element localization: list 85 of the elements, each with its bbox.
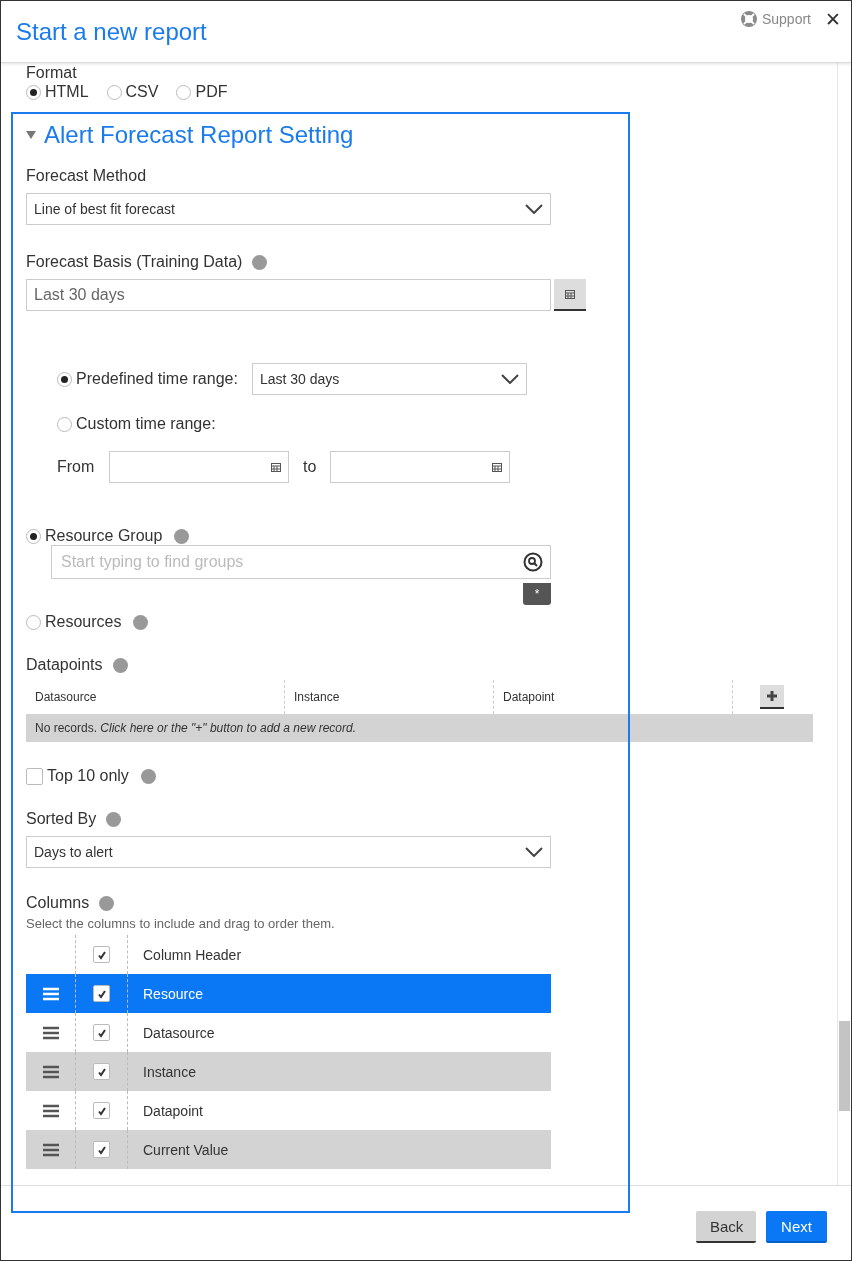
support-link[interactable]: Support xyxy=(740,9,811,29)
column-name: Column Header xyxy=(142,946,242,963)
radio-button[interactable] xyxy=(176,84,192,100)
radio-button[interactable] xyxy=(57,416,72,432)
checkmark-icon xyxy=(96,1144,107,1155)
field-label: Sorted By xyxy=(26,810,97,828)
radio-label: HTML xyxy=(45,83,89,101)
checkmark-icon xyxy=(96,949,107,960)
calendar-icon xyxy=(492,462,503,472)
add-button[interactable] xyxy=(760,685,784,709)
column-row[interactable]: Resource xyxy=(26,974,551,1013)
column-row[interactable]: Instance xyxy=(26,1052,551,1091)
checkmark-icon xyxy=(96,1066,107,1077)
radio-button[interactable] xyxy=(106,84,122,100)
field-label: Datapoints xyxy=(26,656,103,674)
column-name: Current Value xyxy=(142,1141,229,1158)
chevron-down-icon xyxy=(525,847,543,857)
radio-label: Custom time range: xyxy=(76,415,216,433)
help-icon[interactable] xyxy=(133,614,149,630)
column-checkbox[interactable] xyxy=(93,946,110,963)
chevron-down-icon xyxy=(525,204,543,214)
plus-icon xyxy=(766,690,778,702)
radio-label: Predefined time range: xyxy=(76,370,238,388)
scrollbar-thumb[interactable] xyxy=(839,1021,850,1111)
chevron-down-icon xyxy=(500,374,519,384)
to-label: to xyxy=(303,458,317,476)
radio-button[interactable] xyxy=(26,84,41,100)
drag-handle-icon[interactable] xyxy=(42,1025,59,1040)
column-checkbox[interactable] xyxy=(93,1024,110,1041)
forecast-method-select[interactable]: Line of best fit forecast xyxy=(26,193,551,225)
drag-handle-icon[interactable] xyxy=(42,1103,59,1118)
search-icon[interactable] xyxy=(523,552,543,572)
lifebuoy-icon xyxy=(740,11,757,27)
help-icon[interactable] xyxy=(252,254,268,270)
checkmark-icon xyxy=(96,1105,107,1116)
column-name: Datapoint xyxy=(142,1102,203,1119)
sort-select[interactable]: Days to alert xyxy=(26,836,551,868)
checkmark-icon xyxy=(96,1027,107,1038)
checkmark-icon xyxy=(96,988,107,999)
radio-button[interactable] xyxy=(57,371,72,387)
column-row[interactable]: Current Value xyxy=(26,1130,551,1169)
help-icon[interactable] xyxy=(106,811,122,827)
radio-label: CSV xyxy=(125,83,159,101)
from-label: From xyxy=(57,458,96,476)
checkbox[interactable] xyxy=(26,767,43,785)
field-label: Forecast Basis (Training Data) xyxy=(26,253,243,271)
group-search-field[interactable]: Start typing to find groups xyxy=(51,545,551,579)
from-date-field[interactable] xyxy=(109,451,289,483)
column-checkbox[interactable] xyxy=(93,1102,110,1119)
to-date-field[interactable] xyxy=(330,451,511,483)
back-button[interactable]: Back xyxy=(696,1211,756,1243)
drag-handle-icon[interactable] xyxy=(42,1142,59,1157)
calendar-icon xyxy=(271,462,281,472)
format-label: Format xyxy=(26,64,78,82)
date-range-field[interactable]: Last 30 days xyxy=(26,279,551,311)
column-name: Datasource xyxy=(142,1024,215,1041)
column-checkbox[interactable] xyxy=(93,1063,110,1080)
next-button[interactable]: Next xyxy=(766,1211,827,1243)
column-name: Resource xyxy=(142,985,203,1002)
window-title: Start a new report xyxy=(16,18,207,47)
radio-button[interactable] xyxy=(26,528,41,544)
column-checkbox[interactable] xyxy=(93,985,110,1002)
radio-button[interactable] xyxy=(26,614,41,630)
columns-hint: Select the columns to include and drag to order them. xyxy=(26,916,336,931)
field-label: Forecast Method xyxy=(26,166,148,186)
radio-label: Resources xyxy=(45,613,122,631)
collapse-triangle-icon[interactable] xyxy=(26,131,36,139)
help-icon[interactable] xyxy=(99,895,115,911)
empty-table-message[interactable]: No records. Click here or the "+" button to add a new record. xyxy=(26,714,813,742)
column-name: Instance xyxy=(142,1063,196,1080)
help-icon[interactable] xyxy=(174,528,190,544)
drag-handle-icon[interactable] xyxy=(42,1064,59,1079)
time-range-select[interactable]: Last 30 days xyxy=(251,363,527,395)
help-icon[interactable] xyxy=(112,657,128,673)
calendar-icon xyxy=(565,289,575,299)
calendar-button[interactable] xyxy=(554,279,586,311)
radio-label: Resource Group xyxy=(45,527,163,545)
help-icon[interactable] xyxy=(140,768,156,784)
column-checkbox[interactable] xyxy=(93,1141,110,1158)
close-button[interactable]: ✕ xyxy=(821,9,845,31)
radio-label: PDF xyxy=(195,83,228,101)
field-label: Columns xyxy=(26,894,90,912)
section-title: Alert Forecast Report Setting xyxy=(44,121,354,149)
checkbox-label: Top 10 only xyxy=(47,767,129,785)
wildcard-tag: * xyxy=(523,583,551,605)
